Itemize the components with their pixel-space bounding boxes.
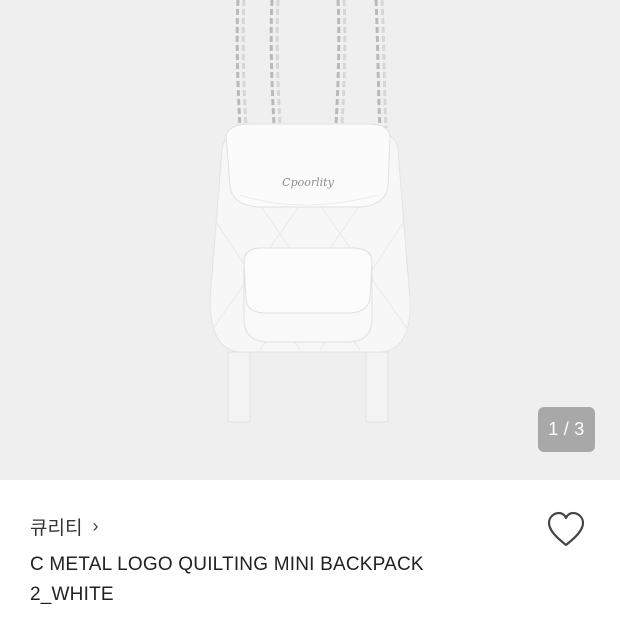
- product-info: 큐리티 › C METAL LOGO QUILTING MINI BACKPAC…: [0, 480, 620, 620]
- product-logo: Cpoorlity: [282, 176, 334, 189]
- heart-outline-icon: [547, 511, 585, 547]
- product-title: C METAL LOGO QUILTING MINI BACKPACK 2_WH…: [30, 550, 500, 610]
- wishlist-button[interactable]: [545, 510, 587, 550]
- product-image-gallery[interactable]: Cpoorlity 1 / 3: [0, 0, 620, 480]
- brand-name: 큐리티: [30, 518, 83, 539]
- product-image: Cpoorlity: [209, 0, 411, 423]
- image-counter-badge: 1 / 3: [538, 407, 595, 452]
- product-title-line-2: 2_WHITE: [30, 584, 114, 605]
- image-counter-total: 3: [574, 419, 585, 439]
- chain-straps: [235, 0, 388, 129]
- brand-link[interactable]: 큐리티 ›: [30, 513, 98, 540]
- chevron-right-icon: ›: [92, 516, 99, 536]
- image-counter-separator: /: [563, 419, 570, 439]
- image-counter-current: 1: [548, 419, 559, 439]
- product-title-line-1: C METAL LOGO QUILTING MINI BACKPACK: [30, 554, 424, 575]
